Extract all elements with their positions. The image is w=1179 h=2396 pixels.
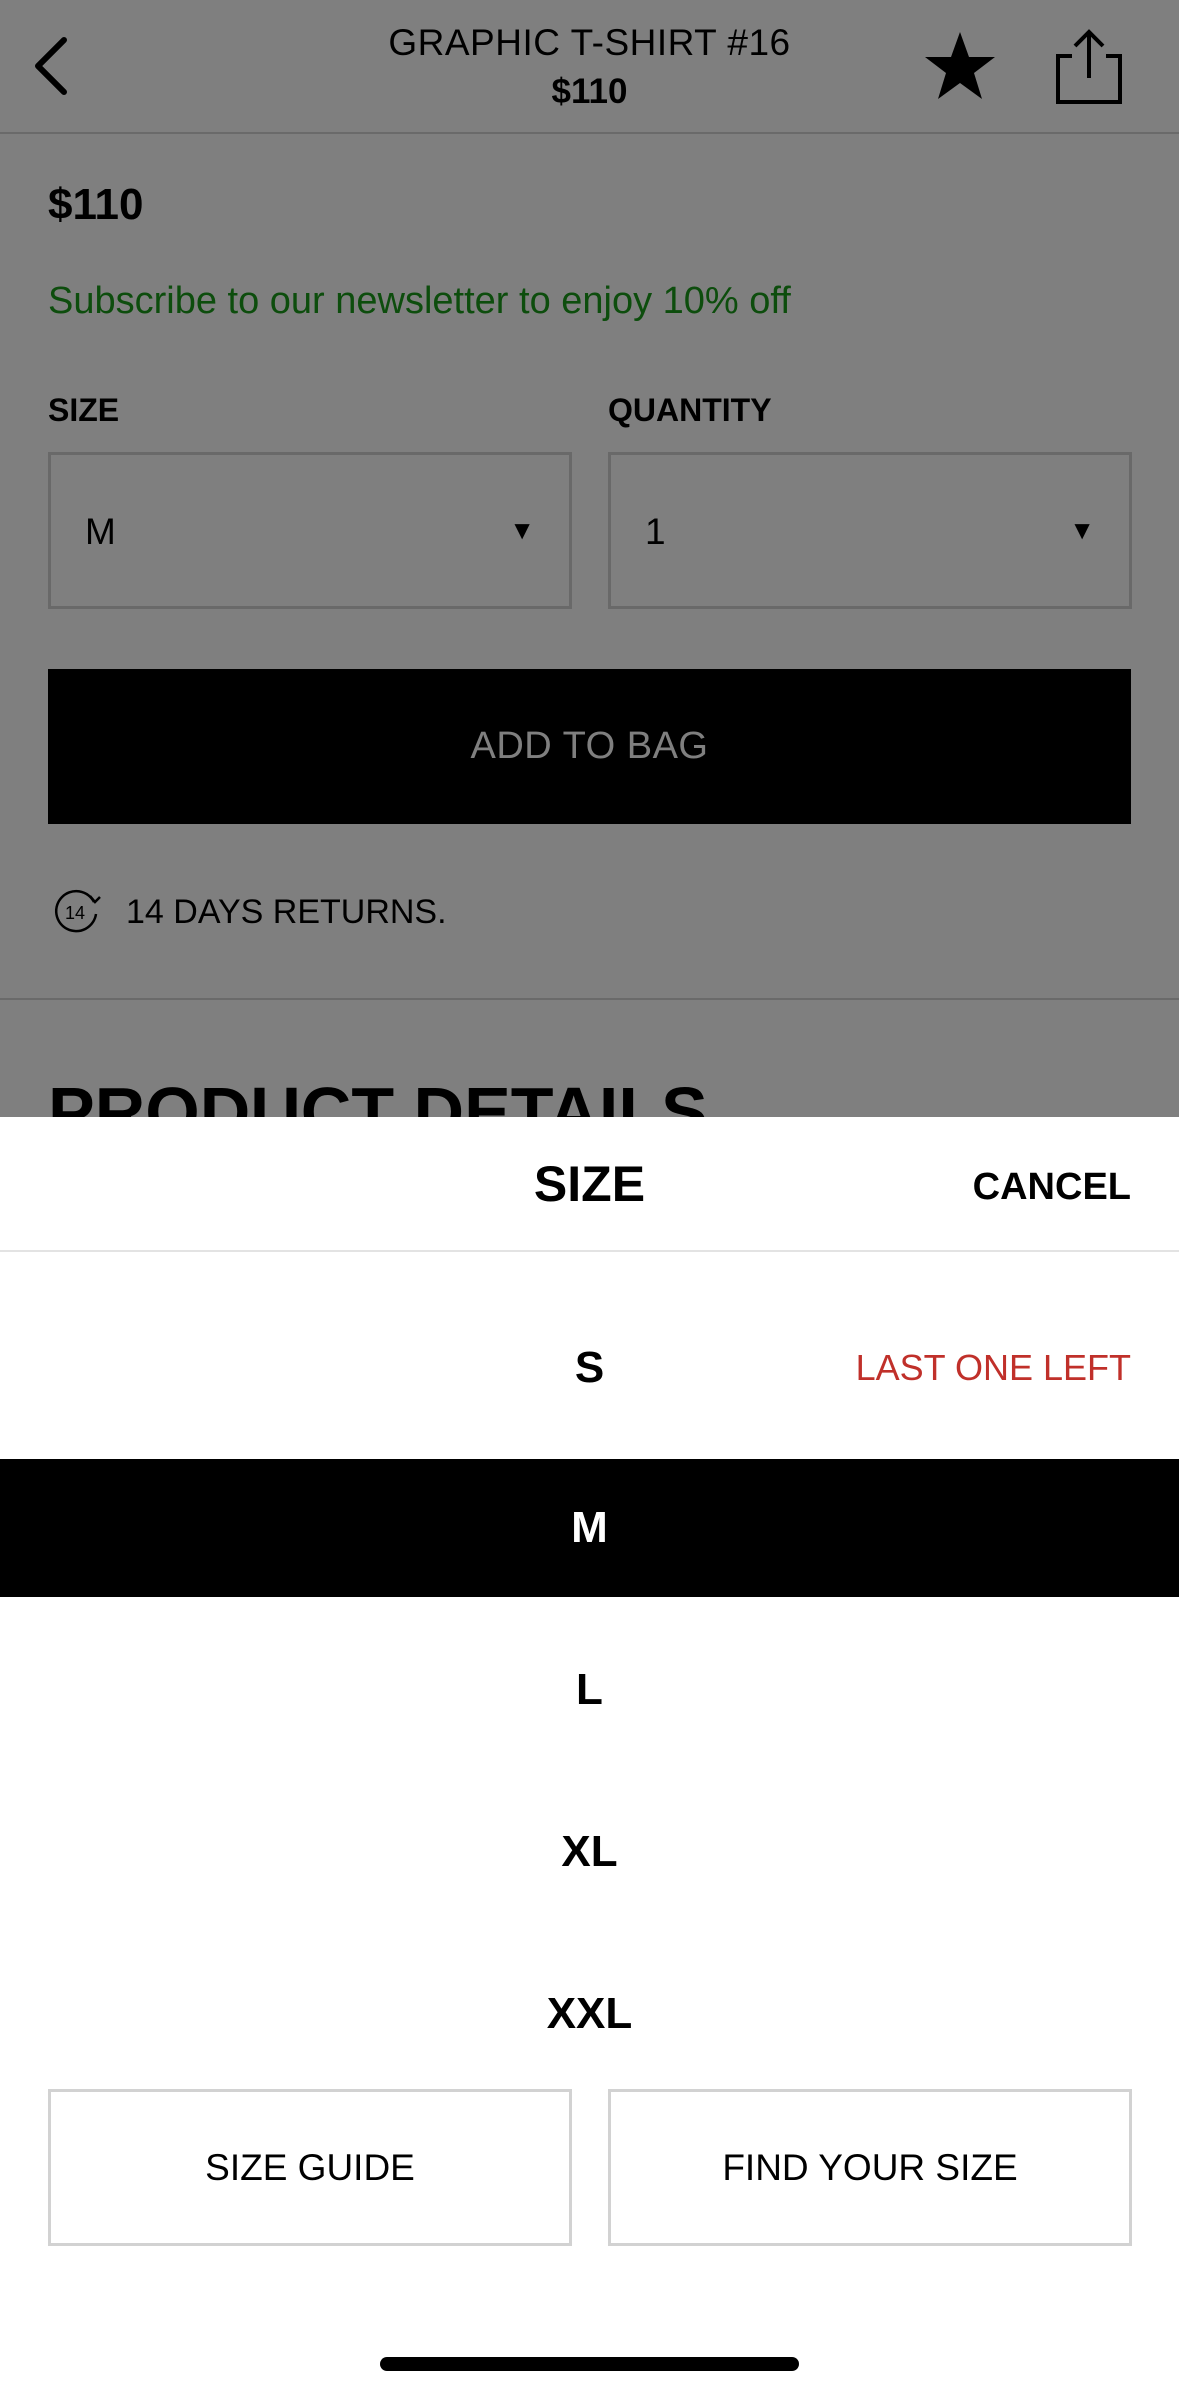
size-option-s[interactable]: S LAST ONE LEFT [0, 1299, 1179, 1437]
size-option-m[interactable]: M [0, 1459, 1179, 1597]
size-option-xxl[interactable]: XXL [0, 1945, 1179, 2083]
size-option-xl[interactable]: XL [0, 1783, 1179, 1921]
sheet-header: SIZE CANCEL [0, 1117, 1179, 1252]
size-option-label: XL [561, 1827, 618, 1876]
size-picker-sheet: SIZE CANCEL S LAST ONE LEFT M L XL XXL S… [0, 1117, 1179, 2396]
find-your-size-button[interactable]: FIND YOUR SIZE [608, 2089, 1132, 2246]
size-option-l[interactable]: L [0, 1621, 1179, 1759]
size-option-label: XXL [546, 1989, 633, 2038]
home-indicator[interactable] [380, 2357, 799, 2371]
stock-note: LAST ONE LEFT [855, 1347, 1131, 1388]
cancel-button[interactable]: CANCEL [973, 1166, 1131, 1209]
screen: GRAPHIC T-SHIRT #16 $110 $110 Subscribe … [0, 0, 1179, 2396]
size-option-label: L [576, 1665, 603, 1714]
size-option-label: M [571, 1503, 608, 1552]
size-guide-button[interactable]: SIZE GUIDE [48, 2089, 572, 2246]
